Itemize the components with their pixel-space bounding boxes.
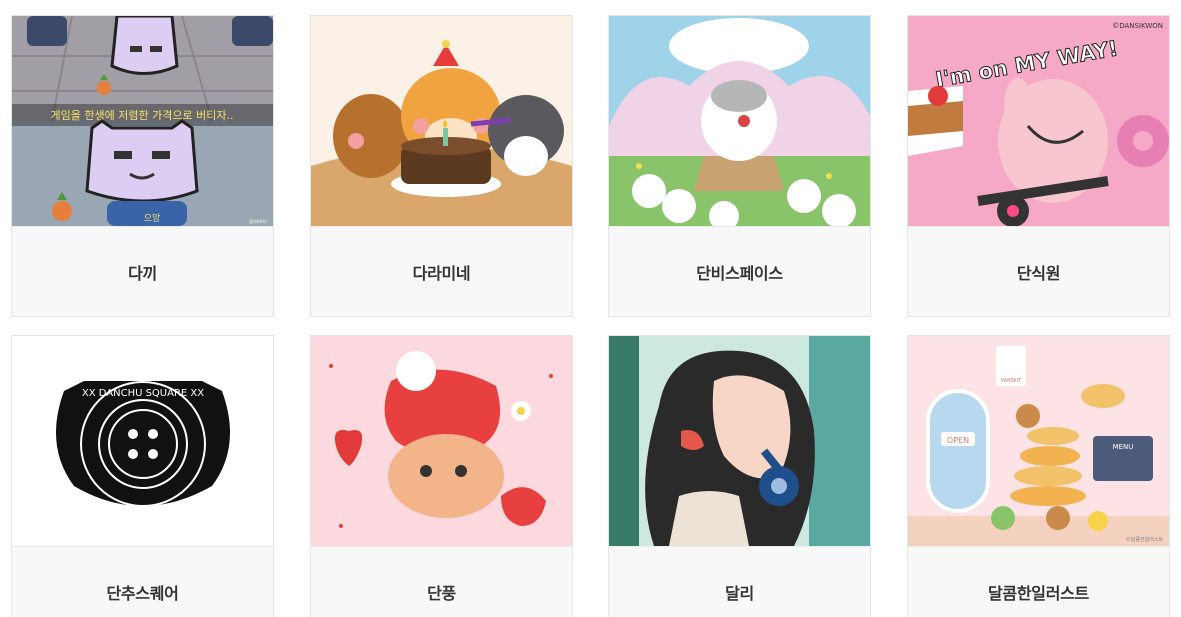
artist-name-area[interactable]: 달리 bbox=[609, 546, 870, 617]
sign-open: OPEN bbox=[947, 436, 969, 445]
artist-name[interactable]: 단추스퀘어 bbox=[106, 580, 178, 604]
artist-name[interactable]: 달콤한일러스트 bbox=[988, 580, 1089, 604]
artist-card[interactable]: XX DANCHU SQUARE XX 단추스퀘어 bbox=[11, 335, 274, 617]
artist-name[interactable]: 단풍 bbox=[427, 580, 456, 604]
artist-name-area[interactable]: 단추스퀘어 bbox=[12, 546, 273, 617]
artist-thumbnail[interactable]: OPEN PARFAIT MENU ©달콤한일러스트 bbox=[908, 336, 1169, 546]
image-caption-text-2: 으앙 bbox=[144, 212, 161, 224]
artist-name[interactable]: 달리 bbox=[725, 580, 754, 604]
artist-name[interactable]: 단식원 bbox=[1017, 260, 1061, 284]
artist-thumbnail[interactable]: I'm on MY WAY! ©DANSIKWON bbox=[908, 16, 1169, 226]
artist-name[interactable]: 다라미네 bbox=[413, 260, 471, 284]
logo-text: XX DANCHU SQUARE XX bbox=[82, 388, 204, 399]
artist-name-area[interactable]: 단비스페이스 bbox=[609, 226, 870, 316]
image-signature: @dakki bbox=[249, 219, 267, 225]
image-signature: ©DANSIKWON bbox=[1112, 22, 1163, 30]
artist-card[interactable]: 다라미네 bbox=[310, 15, 573, 317]
artist-card[interactable]: 달리 bbox=[608, 335, 871, 617]
image-signature: ©달콤한일러스트 bbox=[1126, 536, 1164, 543]
artist-card[interactable]: 단풍 bbox=[310, 335, 573, 617]
artist-name-area[interactable]: 달콤한일러스트 bbox=[908, 546, 1169, 617]
artist-thumbnail[interactable] bbox=[311, 336, 572, 546]
artist-card[interactable]: OPEN PARFAIT MENU ©달콤한일러스트 달콤한일러스트 bbox=[907, 335, 1170, 617]
artist-thumbnail[interactable] bbox=[311, 16, 572, 226]
artist-name-area[interactable]: 다끼 bbox=[12, 226, 273, 316]
artist-card[interactable]: I'm on MY WAY! ©DANSIKWON 단식원 bbox=[907, 15, 1170, 317]
sign-menu: MENU bbox=[1113, 443, 1134, 451]
artist-name-area[interactable]: 단풍 bbox=[311, 546, 572, 617]
artist-card[interactable]: 게임을 한생에 저렴한 가격으로 버티자.. 으앙 @dakki 다끼 bbox=[11, 15, 274, 317]
artist-thumbnail[interactable] bbox=[609, 16, 870, 226]
image-caption-text: 게임을 한생에 저렴한 가격으로 버티자.. bbox=[51, 109, 234, 122]
artist-grid: 게임을 한생에 저렴한 가격으로 버티자.. 으앙 @dakki 다끼 다라미네… bbox=[0, 0, 1181, 617]
artist-thumbnail[interactable]: 게임을 한생에 저렴한 가격으로 버티자.. 으앙 @dakki bbox=[12, 16, 273, 226]
artist-name-area[interactable]: 단식원 bbox=[908, 226, 1169, 316]
sign-parfait: PARFAIT bbox=[1001, 378, 1022, 384]
artist-card[interactable]: 단비스페이스 bbox=[608, 15, 871, 317]
artist-name[interactable]: 다끼 bbox=[128, 260, 157, 284]
artist-thumbnail[interactable] bbox=[609, 336, 870, 546]
artist-name-area[interactable]: 다라미네 bbox=[311, 226, 572, 316]
artist-thumbnail[interactable]: XX DANCHU SQUARE XX bbox=[12, 336, 273, 546]
artist-name[interactable]: 단비스페이스 bbox=[696, 260, 783, 284]
